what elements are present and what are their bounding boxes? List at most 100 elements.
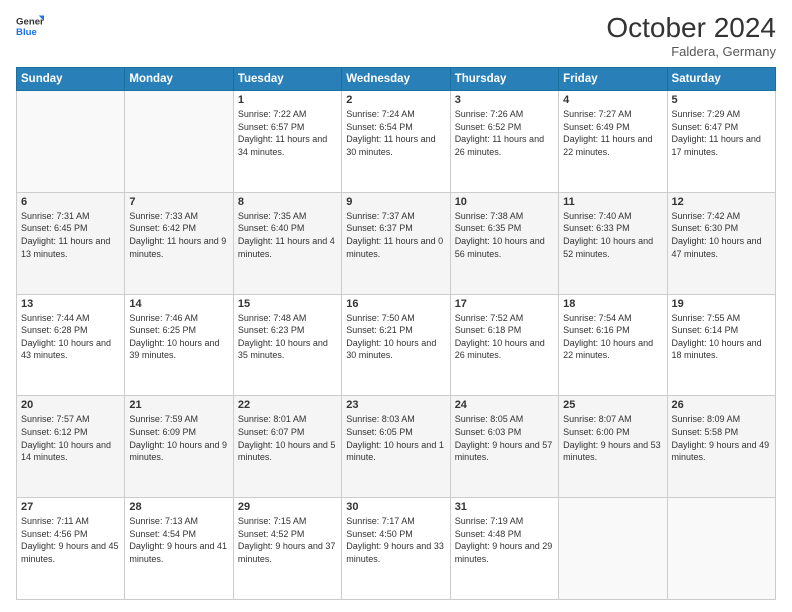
day-number: 16 <box>346 298 445 310</box>
day-number: 17 <box>455 298 554 310</box>
table-row <box>667 498 775 600</box>
day-info: Sunrise: 7:57 AMSunset: 6:12 PMDaylight:… <box>21 413 120 463</box>
day-info: Sunrise: 7:46 AMSunset: 6:25 PMDaylight:… <box>129 312 228 362</box>
day-number: 6 <box>21 196 120 208</box>
day-number: 13 <box>21 298 120 310</box>
day-info: Sunrise: 7:44 AMSunset: 6:28 PMDaylight:… <box>21 312 120 362</box>
day-number: 5 <box>672 94 771 106</box>
day-info: Sunrise: 7:54 AMSunset: 6:16 PMDaylight:… <box>563 312 662 362</box>
day-info: Sunrise: 7:40 AMSunset: 6:33 PMDaylight:… <box>563 210 662 260</box>
day-info: Sunrise: 7:22 AMSunset: 6:57 PMDaylight:… <box>238 108 337 158</box>
table-row: 11 Sunrise: 7:40 AMSunset: 6:33 PMDayligh… <box>559 192 667 294</box>
col-sunday: Sunday <box>17 68 125 91</box>
col-thursday: Thursday <box>450 68 558 91</box>
table-row: 27Sunrise: 7:11 AMSunset: 4:56 PMDayligh… <box>17 498 125 600</box>
day-number: 15 <box>238 298 337 310</box>
table-row: 30Sunrise: 7:17 AMSunset: 4:50 PMDayligh… <box>342 498 450 600</box>
table-row: 7 Sunrise: 7:33 AMSunset: 6:42 PMDaylight… <box>125 192 233 294</box>
table-row: 5 Sunrise: 7:29 AMSunset: 6:47 PMDaylight… <box>667 91 775 193</box>
table-row: 18Sunrise: 7:54 AMSunset: 6:16 PMDayligh… <box>559 294 667 396</box>
day-number: 25 <box>563 399 662 411</box>
table-row: 23 Sunrise: 8:03 AMSunset: 6:05 PMDayligh… <box>342 396 450 498</box>
day-info: Sunrise: 7:33 AMSunset: 6:42 PMDaylight:… <box>129 210 228 260</box>
table-row: 15 Sunrise: 7:48 AMSunset: 6:23 PMDayligh… <box>233 294 341 396</box>
day-number: 26 <box>672 399 771 411</box>
day-number: 1 <box>238 94 337 106</box>
day-info: Sunrise: 8:03 AMSunset: 6:05 PMDaylight:… <box>346 413 445 463</box>
table-row: 12Sunrise: 7:42 AMSunset: 6:30 PMDayligh… <box>667 192 775 294</box>
table-row: 19 Sunrise: 7:55 AMSunset: 6:14 PMDayligh… <box>667 294 775 396</box>
day-info: Sunrise: 7:13 AMSunset: 4:54 PMDaylight:… <box>129 515 228 565</box>
title-block: October 2024 Faldera, Germany <box>606 12 776 59</box>
table-row: 2 Sunrise: 7:24 AMSunset: 6:54 PMDaylight… <box>342 91 450 193</box>
day-number: 24 <box>455 399 554 411</box>
table-row: 20 Sunrise: 7:57 AMSunset: 6:12 PMDayligh… <box>17 396 125 498</box>
table-row: 25 Sunrise: 8:07 AMSunset: 6:00 PMDayligh… <box>559 396 667 498</box>
logo: General Blue <box>16 12 44 40</box>
table-row: 16 Sunrise: 7:50 AMSunset: 6:21 PMDayligh… <box>342 294 450 396</box>
day-info: Sunrise: 7:38 AMSunset: 6:35 PMDaylight:… <box>455 210 554 260</box>
day-number: 21 <box>129 399 228 411</box>
day-number: 8 <box>238 196 337 208</box>
table-row <box>559 498 667 600</box>
day-info: Sunrise: 7:11 AMSunset: 4:56 PMDaylight:… <box>21 515 120 565</box>
col-monday: Monday <box>125 68 233 91</box>
day-info: Sunrise: 7:19 AMSunset: 4:48 PMDaylight:… <box>455 515 554 565</box>
day-info: Sunrise: 7:29 AMSunset: 6:47 PMDaylight:… <box>672 108 771 158</box>
svg-text:Blue: Blue <box>16 27 37 38</box>
logo-icon: General Blue <box>16 12 44 40</box>
table-row: 17 Sunrise: 7:52 AMSunset: 6:18 PMDayligh… <box>450 294 558 396</box>
day-info: Sunrise: 7:27 AMSunset: 6:49 PMDaylight:… <box>563 108 662 158</box>
day-info: Sunrise: 7:17 AMSunset: 4:50 PMDaylight:… <box>346 515 445 565</box>
day-info: Sunrise: 8:09 AMSunset: 5:58 PMDaylight:… <box>672 413 771 463</box>
day-number: 22 <box>238 399 337 411</box>
header: General Blue October 2024 Faldera, Germa… <box>16 12 776 59</box>
day-info: Sunrise: 8:01 AMSunset: 6:07 PMDaylight:… <box>238 413 337 463</box>
day-info: Sunrise: 7:35 AMSunset: 6:40 PMDaylight:… <box>238 210 337 260</box>
day-number: 11 <box>563 196 662 208</box>
day-number: 19 <box>672 298 771 310</box>
day-number: 12 <box>672 196 771 208</box>
day-number: 7 <box>129 196 228 208</box>
day-number: 14 <box>129 298 228 310</box>
day-info: Sunrise: 8:05 AMSunset: 6:03 PMDaylight:… <box>455 413 554 463</box>
day-number: 4 <box>563 94 662 106</box>
day-info: Sunrise: 7:37 AMSunset: 6:37 PMDaylight:… <box>346 210 445 260</box>
table-row: 4 Sunrise: 7:27 AMSunset: 6:49 PMDaylight… <box>559 91 667 193</box>
col-wednesday: Wednesday <box>342 68 450 91</box>
month-title: October 2024 <box>606 12 776 44</box>
day-number: 23 <box>346 399 445 411</box>
day-number: 2 <box>346 94 445 106</box>
day-info: Sunrise: 7:55 AMSunset: 6:14 PMDaylight:… <box>672 312 771 362</box>
table-row: 26 Sunrise: 8:09 AMSunset: 5:58 PMDayligh… <box>667 396 775 498</box>
header-row: Sunday Monday Tuesday Wednesday Thursday… <box>17 68 776 91</box>
day-number: 20 <box>21 399 120 411</box>
table-row: 10 Sunrise: 7:38 AMSunset: 6:35 PMDayligh… <box>450 192 558 294</box>
table-row: 3Sunrise: 7:26 AMSunset: 6:52 PMDaylight… <box>450 91 558 193</box>
day-info: Sunrise: 7:50 AMSunset: 6:21 PMDaylight:… <box>346 312 445 362</box>
day-info: Sunrise: 7:24 AMSunset: 6:54 PMDaylight:… <box>346 108 445 158</box>
table-row: 8 Sunrise: 7:35 AMSunset: 6:40 PMDaylight… <box>233 192 341 294</box>
table-row: 14 Sunrise: 7:46 AMSunset: 6:25 PMDayligh… <box>125 294 233 396</box>
day-info: Sunrise: 7:48 AMSunset: 6:23 PMDaylight:… <box>238 312 337 362</box>
col-saturday: Saturday <box>667 68 775 91</box>
day-number: 31 <box>455 501 554 513</box>
col-friday: Friday <box>559 68 667 91</box>
table-row: 22 Sunrise: 8:01 AMSunset: 6:07 PMDayligh… <box>233 396 341 498</box>
day-info: Sunrise: 7:52 AMSunset: 6:18 PMDaylight:… <box>455 312 554 362</box>
table-row: 13 Sunrise: 7:44 AMSunset: 6:28 PMDayligh… <box>17 294 125 396</box>
table-row: 24 Sunrise: 8:05 AMSunset: 6:03 PMDayligh… <box>450 396 558 498</box>
day-number: 9 <box>346 196 445 208</box>
col-tuesday: Tuesday <box>233 68 341 91</box>
day-info: Sunrise: 7:59 AMSunset: 6:09 PMDaylight:… <box>129 413 228 463</box>
table-row: 6Sunrise: 7:31 AMSunset: 6:45 PMDaylight… <box>17 192 125 294</box>
calendar-table: Sunday Monday Tuesday Wednesday Thursday… <box>16 67 776 600</box>
day-info: Sunrise: 7:26 AMSunset: 6:52 PMDaylight:… <box>455 108 554 158</box>
table-row: 1 Sunrise: 7:22 AMSunset: 6:57 PMDaylight… <box>233 91 341 193</box>
table-row <box>17 91 125 193</box>
day-info: Sunrise: 8:07 AMSunset: 6:00 PMDaylight:… <box>563 413 662 463</box>
table-row: 9 Sunrise: 7:37 AMSunset: 6:37 PMDaylight… <box>342 192 450 294</box>
day-number: 29 <box>238 501 337 513</box>
day-number: 10 <box>455 196 554 208</box>
day-number: 28 <box>129 501 228 513</box>
